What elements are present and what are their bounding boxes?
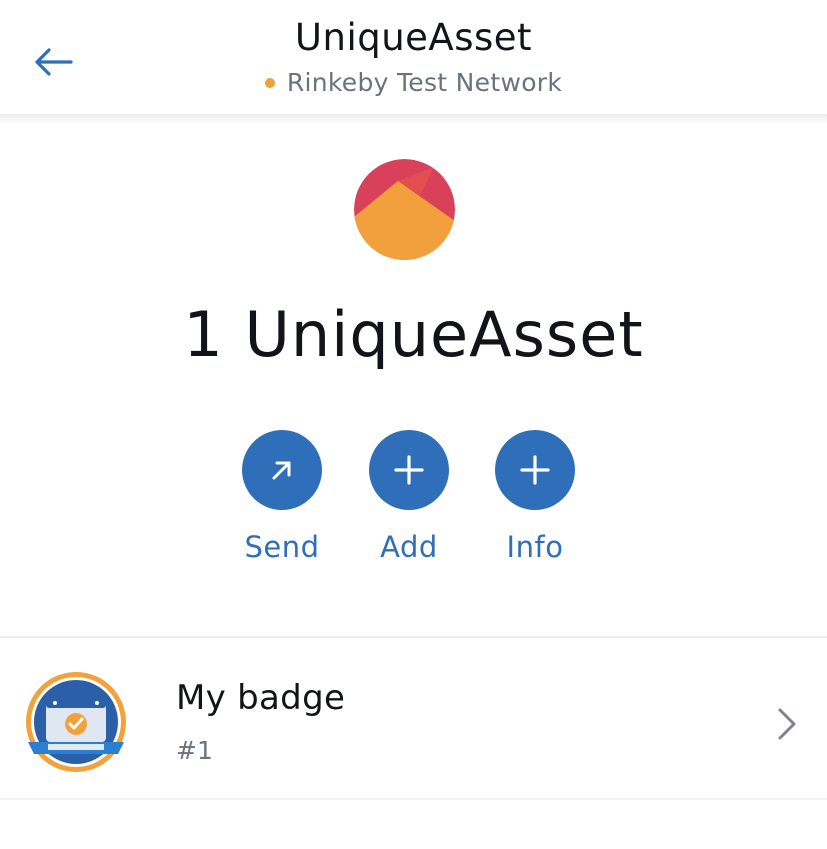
token-mountain-icon (354, 159, 455, 260)
plus-icon (520, 455, 550, 485)
header: UniqueAsset Rinkeby Test Network (0, 0, 827, 116)
add-button[interactable]: Add (339, 430, 479, 564)
network-name: Rinkeby Test Network (286, 68, 563, 97)
header-divider (0, 114, 827, 124)
token-detail-screen: UniqueAsset Rinkeby Test Network 1 Uniqu… (0, 0, 827, 849)
network-status-dot (264, 77, 275, 88)
collectible-name: My badge (176, 678, 346, 718)
page-title: UniqueAsset (294, 16, 533, 59)
arrow-up-right-icon (272, 461, 291, 480)
send-button[interactable]: Send (212, 430, 352, 564)
add-button-circle[interactable] (369, 430, 449, 510)
send-label: Send (244, 530, 320, 564)
badge-thumbnail (22, 668, 130, 776)
info-label: Info (506, 530, 564, 564)
token-logo (354, 159, 455, 260)
collectible-list-item[interactable]: My badge #1 (0, 638, 827, 798)
add-label: Add (380, 530, 438, 564)
plus-icon (394, 455, 424, 485)
badge-image-icon (26, 672, 126, 772)
collectible-id: #1 (176, 736, 213, 765)
chevron-right-icon (778, 708, 796, 740)
list-divider (0, 798, 827, 800)
info-button[interactable]: Info (465, 430, 605, 564)
network-indicator: Rinkeby Test Network (0, 68, 827, 97)
info-button-circle[interactable] (495, 430, 575, 510)
token-balance: 1 UniqueAsset (183, 298, 644, 371)
send-button-circle[interactable] (242, 430, 322, 510)
